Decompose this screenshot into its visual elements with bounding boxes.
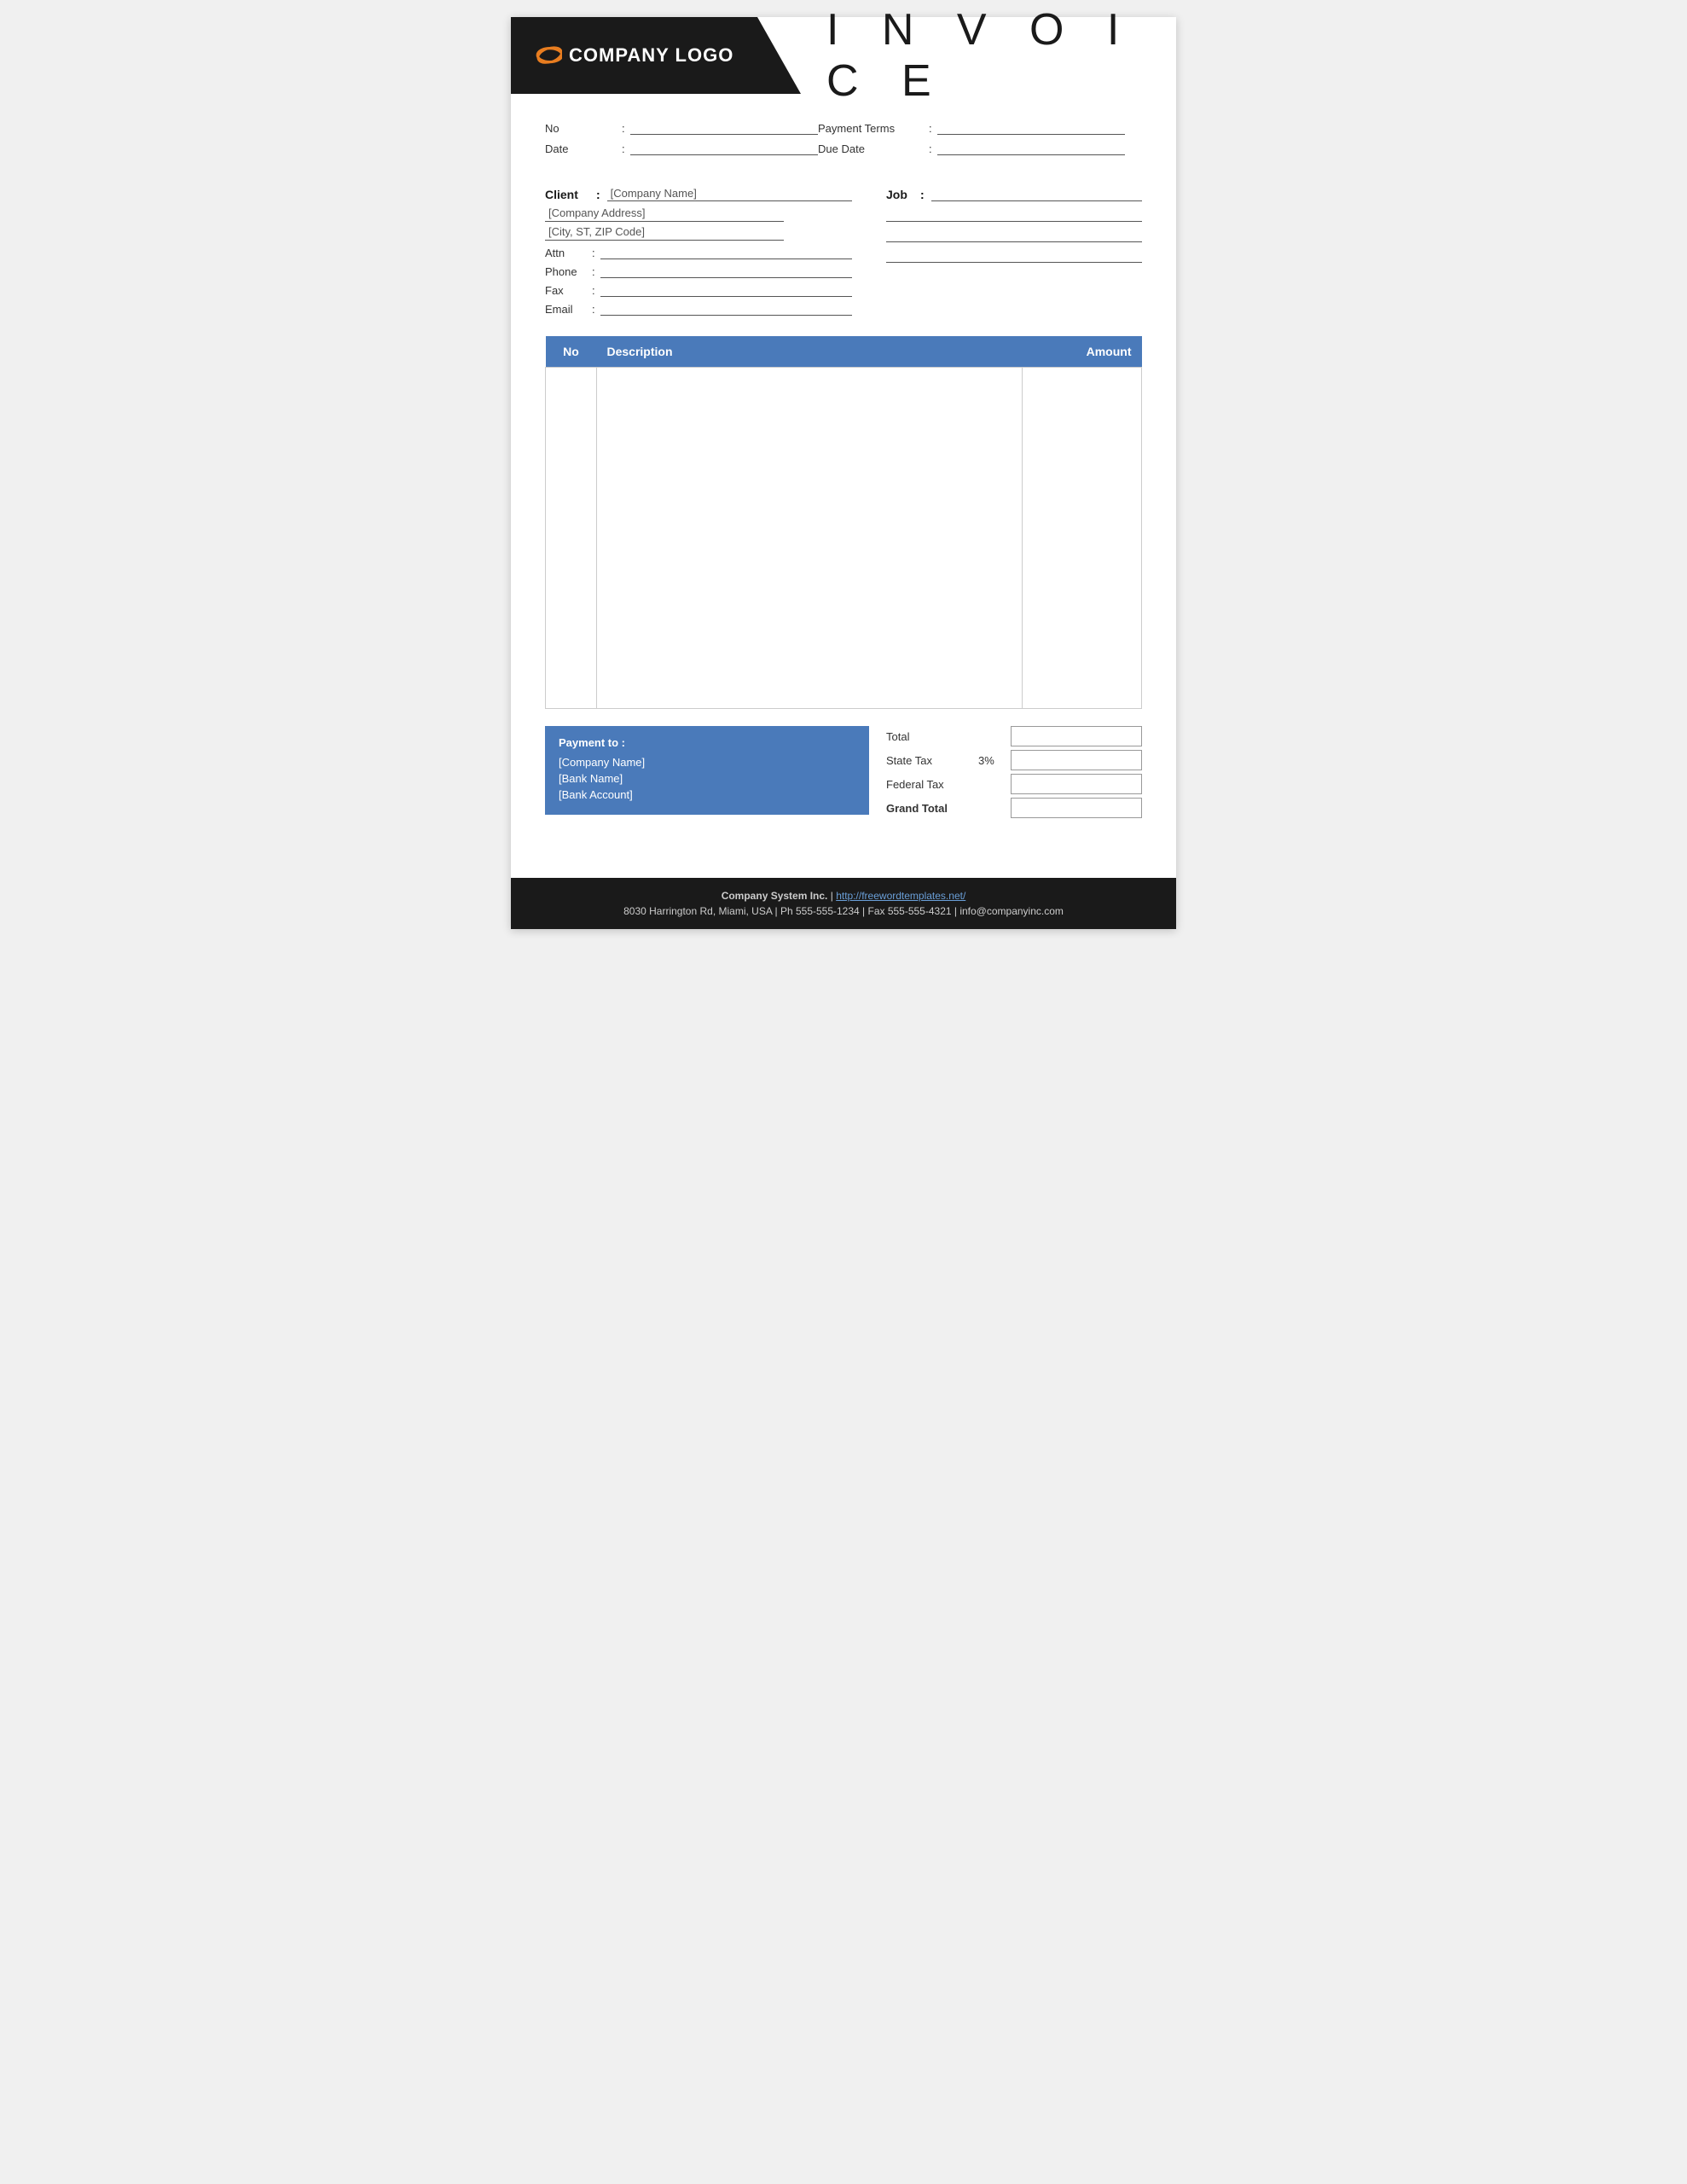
item-amount-cell [1023, 368, 1142, 709]
phone-colon: : [592, 265, 595, 278]
payment-block: Payment to : [Company Name] [Bank Name] … [545, 726, 869, 815]
total-label: Total [886, 730, 971, 743]
page-footer: Company System Inc. | http://freewordtem… [511, 878, 1176, 929]
grand-total-field[interactable] [1011, 798, 1142, 818]
payment-terms-field[interactable] [937, 119, 1125, 135]
due-date-row: Due Date : [818, 140, 1142, 155]
date-label: Date [545, 142, 622, 155]
table-row [546, 368, 1142, 709]
email-label: Email [545, 303, 592, 316]
client-attn-row: Attn : [545, 244, 852, 259]
payment-terms-label: Payment Terms [818, 122, 929, 135]
due-date-label: Due Date [818, 142, 929, 155]
state-tax-pct: 3% [978, 754, 1004, 767]
client-address-field[interactable]: [Company Address] [545, 206, 784, 222]
federal-tax-label: Federal Tax [886, 778, 971, 791]
meta-row-no: No : Payment Terms : [545, 119, 1142, 135]
phone-label: Phone [545, 265, 592, 278]
col-amount-header: Amount [1023, 336, 1142, 368]
payment-bank: [Bank Name] [559, 772, 855, 785]
client-city-value: [City, ST, ZIP Code] [545, 225, 645, 238]
total-field[interactable] [1011, 726, 1142, 746]
attn-colon: : [592, 247, 595, 259]
footer-line-1: Company System Inc. | http://freewordtem… [528, 890, 1159, 902]
client-phone-row: Phone : [545, 263, 852, 278]
job-block: Job : [886, 186, 1142, 319]
job-colon: : [920, 188, 925, 201]
grand-total-label: Grand Total [886, 802, 971, 815]
grand-total-row: Grand Total [886, 798, 1142, 818]
table-body [546, 368, 1142, 709]
client-city-field[interactable]: [City, ST, ZIP Code] [545, 225, 784, 241]
state-tax-field[interactable] [1011, 750, 1142, 770]
job-title-row: Job : [886, 186, 1142, 201]
federal-tax-row: Federal Tax [886, 774, 1142, 794]
col-description-header: Description [597, 336, 1023, 368]
client-colon: : [596, 188, 600, 201]
footer-line-2: 8030 Harrington Rd, Miami, USA | Ph 555-… [528, 905, 1159, 917]
items-table: No Description Amount [545, 336, 1142, 709]
payment-company: [Company Name] [559, 756, 855, 769]
footer-section: Payment to : [Company Name] [Bank Name] … [511, 726, 1176, 835]
attn-label: Attn [545, 247, 592, 259]
no-colon: : [622, 122, 625, 135]
logo-container: COMPANY LOGO [528, 43, 733, 68]
date-field[interactable] [630, 140, 818, 155]
client-email-row: Email : [545, 300, 852, 316]
table-section: No Description Amount [511, 336, 1176, 726]
job-label: Job [886, 188, 920, 201]
footer-company-name: Company System Inc. [722, 890, 828, 902]
attn-field[interactable] [600, 244, 852, 259]
client-address-value: [Company Address] [545, 206, 645, 219]
email-field[interactable] [600, 300, 852, 316]
federal-tax-field[interactable] [1011, 774, 1142, 794]
totals-block: Total State Tax 3% Federal Tax Grand Tot… [886, 726, 1142, 818]
payment-title: Payment to : [559, 736, 855, 749]
client-job-section: Client : [Company Name] [Company Address… [511, 177, 1176, 336]
job-field-2[interactable] [886, 206, 1142, 222]
due-date-field[interactable] [937, 140, 1125, 155]
fax-label: Fax [545, 284, 592, 297]
payment-account: [Bank Account] [559, 788, 855, 801]
logo-section: COMPANY LOGO [511, 17, 801, 94]
payment-terms-row: Payment Terms : [818, 119, 1142, 135]
item-no-cell [546, 368, 597, 709]
meta-row-date: Date : Due Date : [545, 140, 1142, 155]
client-label: Client [545, 188, 596, 201]
no-field[interactable] [630, 119, 818, 135]
client-name-field[interactable]: [Company Name] [607, 186, 852, 201]
no-label: No [545, 122, 622, 135]
table-header: No Description Amount [546, 336, 1142, 368]
table-header-row: No Description Amount [546, 336, 1142, 368]
company-logo-icon [528, 43, 562, 68]
fax-field[interactable] [600, 282, 852, 297]
job-field-3[interactable] [886, 227, 1142, 242]
client-block: Client : [Company Name] [Company Address… [545, 186, 852, 319]
client-fax-row: Fax : [545, 282, 852, 297]
client-title-row: Client : [Company Name] [545, 186, 852, 201]
job-field-4[interactable] [886, 247, 1142, 263]
invoice-title: I N V O I C E [826, 4, 1151, 107]
col-no-header: No [546, 336, 597, 368]
date-colon: : [622, 142, 625, 155]
email-colon: : [592, 303, 595, 316]
payment-terms-colon: : [929, 122, 932, 135]
logo-text: COMPANY LOGO [569, 44, 733, 67]
phone-field[interactable] [600, 263, 852, 278]
client-name-value: [Company Name] [607, 187, 697, 200]
total-row: Total [886, 726, 1142, 746]
job-field-1[interactable] [931, 186, 1142, 201]
spacer [511, 835, 1176, 852]
invoice-page: COMPANY LOGO I N V O I C E No : Payment … [511, 17, 1176, 929]
state-tax-label: State Tax [886, 754, 971, 767]
item-desc-cell [597, 368, 1023, 709]
footer-link[interactable]: http://freewordtemplates.net/ [836, 890, 965, 902]
state-tax-row: State Tax 3% [886, 750, 1142, 770]
invoice-header: COMPANY LOGO I N V O I C E [511, 17, 1176, 94]
header-title-section: I N V O I C E [801, 17, 1176, 94]
due-date-colon: : [929, 142, 932, 155]
fax-colon: : [592, 284, 595, 297]
